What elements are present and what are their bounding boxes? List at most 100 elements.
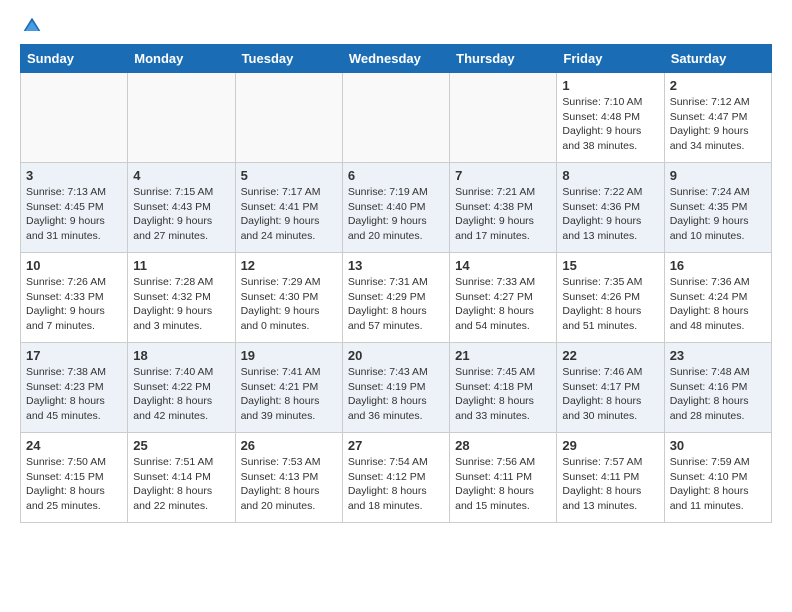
day-number: 21: [455, 348, 551, 363]
calendar-cell: 24 Sunrise: 7:50 AM Sunset: 4:15 PM Dayli…: [21, 433, 128, 523]
day-number: 16: [670, 258, 766, 273]
day-number: 28: [455, 438, 551, 453]
day-info: Sunrise: 7:21 AM Sunset: 4:38 PM Dayligh…: [455, 185, 551, 244]
calendar-cell: 25 Sunrise: 7:51 AM Sunset: 4:14 PM Dayli…: [128, 433, 235, 523]
day-info: Sunrise: 7:28 AM Sunset: 4:32 PM Dayligh…: [133, 275, 229, 334]
day-number: 5: [241, 168, 337, 183]
calendar-cell: 6 Sunrise: 7:19 AM Sunset: 4:40 PM Daylig…: [342, 163, 449, 253]
day-info: Sunrise: 7:22 AM Sunset: 4:36 PM Dayligh…: [562, 185, 658, 244]
day-info: Sunrise: 7:45 AM Sunset: 4:18 PM Dayligh…: [455, 365, 551, 424]
calendar-cell: [128, 73, 235, 163]
day-info: Sunrise: 7:41 AM Sunset: 4:21 PM Dayligh…: [241, 365, 337, 424]
calendar-cell: 2 Sunrise: 7:12 AM Sunset: 4:47 PM Daylig…: [664, 73, 771, 163]
calendar-cell: 30 Sunrise: 7:59 AM Sunset: 4:10 PM Dayli…: [664, 433, 771, 523]
calendar-cell: 17 Sunrise: 7:38 AM Sunset: 4:23 PM Dayli…: [21, 343, 128, 433]
day-number: 26: [241, 438, 337, 453]
calendar-cell: 3 Sunrise: 7:13 AM Sunset: 4:45 PM Daylig…: [21, 163, 128, 253]
calendar-cell: 15 Sunrise: 7:35 AM Sunset: 4:26 PM Dayli…: [557, 253, 664, 343]
calendar-week-row: 17 Sunrise: 7:38 AM Sunset: 4:23 PM Dayli…: [21, 343, 772, 433]
calendar-cell: [21, 73, 128, 163]
day-info: Sunrise: 7:53 AM Sunset: 4:13 PM Dayligh…: [241, 455, 337, 514]
day-number: 19: [241, 348, 337, 363]
day-info: Sunrise: 7:40 AM Sunset: 4:22 PM Dayligh…: [133, 365, 229, 424]
calendar-week-row: 24 Sunrise: 7:50 AM Sunset: 4:15 PM Dayli…: [21, 433, 772, 523]
calendar-cell: 29 Sunrise: 7:57 AM Sunset: 4:11 PM Dayli…: [557, 433, 664, 523]
day-info: Sunrise: 7:24 AM Sunset: 4:35 PM Dayligh…: [670, 185, 766, 244]
day-number: 30: [670, 438, 766, 453]
day-info: Sunrise: 7:19 AM Sunset: 4:40 PM Dayligh…: [348, 185, 444, 244]
day-number: 13: [348, 258, 444, 273]
calendar-week-row: 3 Sunrise: 7:13 AM Sunset: 4:45 PM Daylig…: [21, 163, 772, 253]
column-header-saturday: Saturday: [664, 45, 771, 73]
column-header-friday: Friday: [557, 45, 664, 73]
day-number: 4: [133, 168, 229, 183]
day-number: 24: [26, 438, 122, 453]
column-header-thursday: Thursday: [450, 45, 557, 73]
day-number: 10: [26, 258, 122, 273]
day-number: 15: [562, 258, 658, 273]
calendar-cell: 20 Sunrise: 7:43 AM Sunset: 4:19 PM Dayli…: [342, 343, 449, 433]
day-info: Sunrise: 7:26 AM Sunset: 4:33 PM Dayligh…: [26, 275, 122, 334]
day-number: 17: [26, 348, 122, 363]
day-info: Sunrise: 7:48 AM Sunset: 4:16 PM Dayligh…: [670, 365, 766, 424]
day-info: Sunrise: 7:17 AM Sunset: 4:41 PM Dayligh…: [241, 185, 337, 244]
day-number: 18: [133, 348, 229, 363]
day-info: Sunrise: 7:56 AM Sunset: 4:11 PM Dayligh…: [455, 455, 551, 514]
calendar-cell: 19 Sunrise: 7:41 AM Sunset: 4:21 PM Dayli…: [235, 343, 342, 433]
day-number: 11: [133, 258, 229, 273]
day-info: Sunrise: 7:43 AM Sunset: 4:19 PM Dayligh…: [348, 365, 444, 424]
calendar-cell: 22Sunrise: 7:46 AM Sunset: 4:17 PM Dayli…: [557, 343, 664, 433]
calendar-cell: 10 Sunrise: 7:26 AM Sunset: 4:33 PM Dayli…: [21, 253, 128, 343]
day-info: Sunrise: 7:13 AM Sunset: 4:45 PM Dayligh…: [26, 185, 122, 244]
day-info: Sunrise: 7:29 AM Sunset: 4:30 PM Dayligh…: [241, 275, 337, 334]
calendar-cell: 9 Sunrise: 7:24 AM Sunset: 4:35 PM Daylig…: [664, 163, 771, 253]
calendar-cell: 23 Sunrise: 7:48 AM Sunset: 4:16 PM Dayli…: [664, 343, 771, 433]
day-info: Sunrise: 7:10 AM Sunset: 4:48 PM Dayligh…: [562, 95, 658, 154]
day-info: Sunrise: 7:38 AM Sunset: 4:23 PM Dayligh…: [26, 365, 122, 424]
day-info: Sunrise: 7:54 AM Sunset: 4:12 PM Dayligh…: [348, 455, 444, 514]
day-number: 8: [562, 168, 658, 183]
day-number: 6: [348, 168, 444, 183]
logo: [20, 16, 42, 36]
day-number: 3: [26, 168, 122, 183]
calendar-cell: 16 Sunrise: 7:36 AM Sunset: 4:24 PM Dayli…: [664, 253, 771, 343]
day-info: Sunrise: 7:15 AM Sunset: 4:43 PM Dayligh…: [133, 185, 229, 244]
calendar-week-row: 1 Sunrise: 7:10 AM Sunset: 4:48 PM Daylig…: [21, 73, 772, 163]
calendar-cell: [342, 73, 449, 163]
day-number: 9: [670, 168, 766, 183]
column-header-wednesday: Wednesday: [342, 45, 449, 73]
calendar-cell: 11 Sunrise: 7:28 AM Sunset: 4:32 PM Dayli…: [128, 253, 235, 343]
logo-icon: [22, 16, 42, 36]
column-header-tuesday: Tuesday: [235, 45, 342, 73]
calendar-cell: 8 Sunrise: 7:22 AM Sunset: 4:36 PM Daylig…: [557, 163, 664, 253]
day-info: Sunrise: 7:36 AM Sunset: 4:24 PM Dayligh…: [670, 275, 766, 334]
day-number: 25: [133, 438, 229, 453]
day-number: 20: [348, 348, 444, 363]
day-number: 27: [348, 438, 444, 453]
day-info: Sunrise: 7:46 AM Sunset: 4:17 PM Dayligh…: [562, 365, 658, 424]
calendar-cell: 26 Sunrise: 7:53 AM Sunset: 4:13 PM Dayli…: [235, 433, 342, 523]
calendar-header-row: SundayMondayTuesdayWednesdayThursdayFrid…: [21, 45, 772, 73]
column-header-sunday: Sunday: [21, 45, 128, 73]
calendar-cell: 12Sunrise: 7:29 AM Sunset: 4:30 PM Dayli…: [235, 253, 342, 343]
day-number: 23: [670, 348, 766, 363]
day-number: 1: [562, 78, 658, 93]
calendar-cell: 18 Sunrise: 7:40 AM Sunset: 4:22 PM Dayli…: [128, 343, 235, 433]
calendar-cell: 5 Sunrise: 7:17 AM Sunset: 4:41 PM Daylig…: [235, 163, 342, 253]
day-info: Sunrise: 7:51 AM Sunset: 4:14 PM Dayligh…: [133, 455, 229, 514]
day-number: 29: [562, 438, 658, 453]
day-info: Sunrise: 7:31 AM Sunset: 4:29 PM Dayligh…: [348, 275, 444, 334]
calendar-cell: 13 Sunrise: 7:31 AM Sunset: 4:29 PM Dayli…: [342, 253, 449, 343]
day-number: 14: [455, 258, 551, 273]
day-info: Sunrise: 7:57 AM Sunset: 4:11 PM Dayligh…: [562, 455, 658, 514]
calendar-cell: 14Sunrise: 7:33 AM Sunset: 4:27 PM Dayli…: [450, 253, 557, 343]
day-info: Sunrise: 7:50 AM Sunset: 4:15 PM Dayligh…: [26, 455, 122, 514]
day-number: 2: [670, 78, 766, 93]
calendar-table: SundayMondayTuesdayWednesdayThursdayFrid…: [20, 44, 772, 523]
day-info: Sunrise: 7:35 AM Sunset: 4:26 PM Dayligh…: [562, 275, 658, 334]
column-header-monday: Monday: [128, 45, 235, 73]
calendar-cell: [235, 73, 342, 163]
day-info: Sunrise: 7:12 AM Sunset: 4:47 PM Dayligh…: [670, 95, 766, 154]
calendar-cell: 7Sunrise: 7:21 AM Sunset: 4:38 PM Daylig…: [450, 163, 557, 253]
day-info: Sunrise: 7:59 AM Sunset: 4:10 PM Dayligh…: [670, 455, 766, 514]
